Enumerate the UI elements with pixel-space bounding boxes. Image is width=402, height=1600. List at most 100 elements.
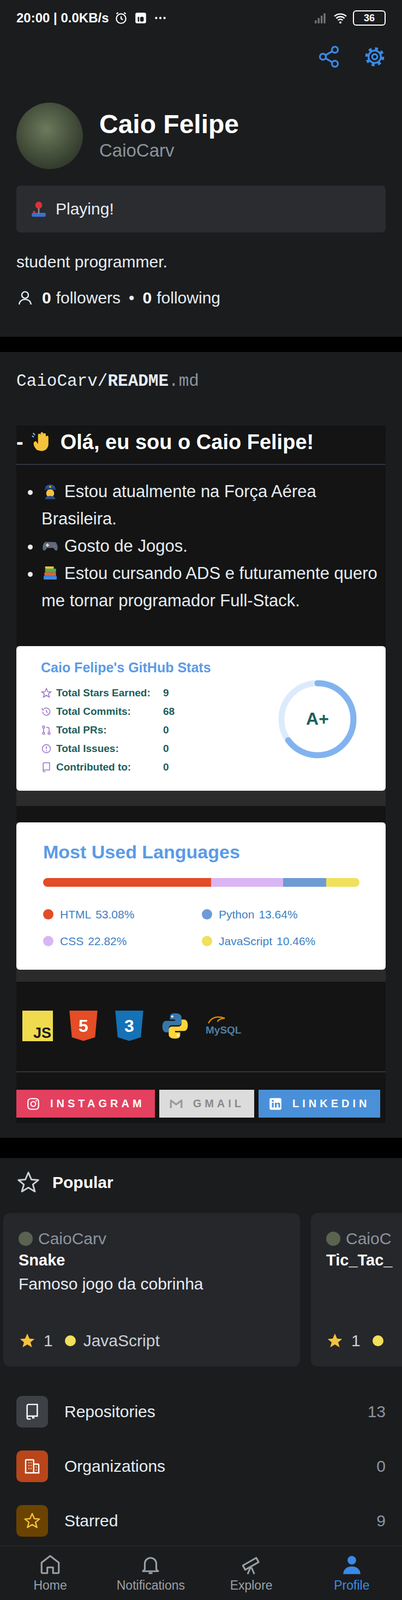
social-badge[interactable]: GMAIL	[159, 1089, 255, 1118]
readme-list: Estou atualmente na Força Aérea Brasilei…	[16, 477, 386, 615]
heading-text: Olá, eu sou o Caio Felipe!	[60, 425, 315, 459]
readme-body: - Olá, eu sou o Caio Felipe! Estou atualme…	[16, 425, 386, 1123]
nav-item[interactable]: Notifications	[100, 1545, 201, 1600]
nav-item[interactable]: Explore	[201, 1545, 302, 1600]
followers-label: followers	[56, 286, 121, 309]
status-right: 36	[313, 10, 386, 26]
legend-name: CSS	[60, 934, 84, 948]
list-item-text: Estou atualmente na Força Aérea Brasilei…	[41, 481, 317, 528]
menu-label: Starred	[64, 1510, 360, 1530]
linkedin-app-icon	[133, 10, 148, 26]
legend-item: JavaScript10.46%	[201, 927, 360, 954]
mysql-logo-icon: MySQL	[205, 1014, 242, 1036]
more-icon	[153, 10, 168, 26]
logo-text: JS	[33, 1025, 52, 1041]
section-divider	[0, 1137, 402, 1158]
github-stats-card: Caio Felipe's GitHub Stats Total Stars Ea…	[16, 645, 386, 791]
menu-row[interactable]: Repositories13	[0, 1383, 402, 1439]
status-box[interactable]: Playing!	[16, 185, 386, 233]
star-icon	[23, 1511, 41, 1529]
menu-row[interactable]: Organizations0	[0, 1438, 402, 1493]
heading-prefix: -	[16, 425, 24, 459]
scroll-content: 20:00 | 0.0KB/s36Caio FelipeCaioCarvPlay…	[0, 0, 402, 1545]
languages-card: Most Used LanguagesHTML53.08%CSS22.82%Py…	[16, 822, 386, 970]
stats-row: Total PRs:0	[40, 720, 263, 740]
popular-title: Popular	[52, 1172, 114, 1192]
status-time: 20:00 | 0.0KB/s	[16, 10, 109, 26]
following-label: following	[156, 286, 221, 309]
owner-avatar	[326, 1231, 341, 1246]
legend-name: Python	[218, 907, 255, 921]
follow-row[interactable]: 0followers•0following	[16, 286, 386, 309]
languages-bar	[43, 877, 360, 887]
profile-menu: Repositories13Organizations0 Starred 9	[0, 1383, 402, 1545]
person-icon	[340, 1552, 364, 1576]
skills-row: JS53MySQL	[16, 1004, 386, 1046]
readme-title[interactable]: CaioCarv/README.md	[16, 369, 386, 394]
police-officer-icon	[41, 482, 59, 500]
followers-count: 0	[42, 286, 52, 309]
list-item-text: Estou cursando ADS e futuramente quero m…	[41, 563, 378, 610]
menu-label: Organizations	[64, 1456, 360, 1475]
repo-name: Tic_Tac_	[326, 1250, 402, 1269]
linkedin-icon	[268, 1096, 283, 1111]
divider-line	[16, 1070, 386, 1072]
popular-header: Popular	[0, 1157, 402, 1194]
stat-value: 0	[163, 742, 263, 755]
legend-percent: 53.08%	[95, 907, 135, 921]
bell-icon	[139, 1552, 162, 1576]
stats-title: Caio Felipe's GitHub Stats	[40, 657, 263, 677]
readme-path: CaioCarv/	[16, 371, 108, 391]
repo-name: Snake	[18, 1250, 287, 1269]
stat-label: Contributed to:	[54, 760, 164, 773]
repo-icon	[23, 1402, 41, 1420]
bio: student programmer.	[16, 250, 386, 273]
star-filled-icon	[326, 1331, 344, 1349]
readme-list-item: Estou atualmente na Força Aérea Brasilei…	[41, 477, 381, 533]
repo-card[interactable]: CaioCarvSnakeFamoso jogo da cobrinha1Jav…	[3, 1212, 300, 1366]
gear-icon[interactable]	[362, 44, 387, 69]
nav-label: Explore	[230, 1577, 273, 1593]
javascript-logo-icon: JS	[22, 1010, 53, 1041]
languages-legend: HTML53.08%CSS22.82%Python13.64%JavaScrip…	[43, 900, 360, 954]
display-name: Caio Felipe	[99, 109, 239, 140]
telescope-icon	[240, 1552, 263, 1576]
stat-label: Total PRs:	[54, 723, 164, 736]
menu-icon-box	[16, 1395, 48, 1427]
repo-owner: CaioC	[326, 1228, 402, 1248]
social-badge[interactable]: INSTAGRAM	[16, 1089, 155, 1118]
badge-label: GMAIL	[193, 1096, 245, 1110]
language-segment	[283, 877, 327, 887]
repo-stars: 1	[43, 1330, 53, 1350]
python-logo-icon	[159, 1010, 191, 1041]
repo-card[interactable]: CaioC Tic_Tac_ 1	[310, 1212, 402, 1366]
stat-label: Total Stars Earned:	[54, 686, 164, 699]
owner-avatar	[18, 1231, 33, 1246]
css3-logo-icon: 3	[114, 1010, 145, 1041]
nav-label: Home	[33, 1577, 67, 1593]
logo-text: MySQL	[205, 1024, 242, 1036]
readme-section: CaioCarv/README.md - Olá, eu sou o Caio Fe…	[0, 351, 402, 1138]
stat-value: 68	[163, 705, 263, 718]
menu-row[interactable]: Starred 9	[0, 1492, 402, 1545]
badge-label: LINKEDIN	[292, 1096, 370, 1110]
stat-value: 0	[163, 760, 263, 773]
stats-list: Caio Felipe's GitHub Stats Total Stars Ea…	[40, 657, 263, 780]
bottom-nav: Home Notifications Explore Profile	[0, 1544, 402, 1600]
avatar[interactable]	[16, 102, 83, 170]
rank-progress	[281, 682, 354, 755]
repo-meta: 1	[326, 1330, 402, 1350]
share-icon[interactable]	[316, 44, 341, 69]
star-outline-icon	[16, 1170, 41, 1194]
rank-grade: A+	[306, 708, 329, 729]
nav-item[interactable]: Home	[0, 1545, 101, 1600]
gamepad-icon	[41, 536, 59, 555]
nav-item[interactable]: Profile	[301, 1545, 402, 1600]
person-icon	[16, 289, 34, 307]
stats-row: Total Stars Earned:9	[40, 683, 263, 702]
home-icon	[38, 1552, 62, 1576]
social-badges: INSTAGRAM GMAIL LINKEDIN	[16, 1089, 386, 1118]
social-badge[interactable]: LINKEDIN	[258, 1089, 380, 1118]
menu-count: 9	[376, 1510, 386, 1530]
popular-carousel[interactable]: CaioCarvSnakeFamoso jogo da cobrinha1Jav…	[0, 1212, 402, 1366]
